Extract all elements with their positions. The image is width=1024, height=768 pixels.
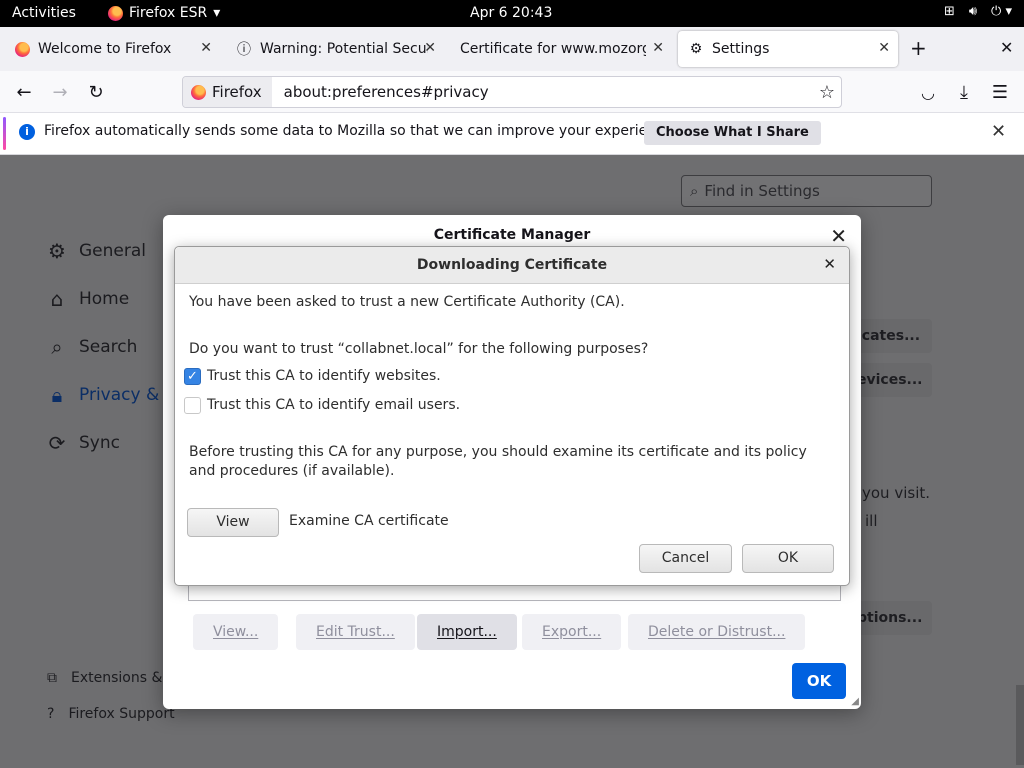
category-privacy[interactable]: 🔒︎ Privacy & S (45, 383, 176, 407)
gear-icon: ⚙ (689, 41, 703, 57)
volume-icon: 🔊︎ (968, 4, 978, 19)
tab-welcome[interactable]: Welcome to Firefox ✕ (4, 31, 220, 67)
dialog-title: Certificate Manager (433, 227, 591, 243)
link-label: Extensions & (71, 670, 163, 686)
page-scrollbar[interactable] (1016, 685, 1024, 765)
identity-label: Firefox (212, 83, 262, 101)
tab-warning[interactable]: ⓘ Warning: Potential Security Risk Ahead… (226, 31, 444, 67)
intro-text: You have been asked to trust a new Certi… (189, 294, 625, 310)
back-arrow-icon[interactable]: ← (11, 79, 37, 105)
tab-certificate[interactable]: Certificate for www.mozorg.example ✕ (450, 31, 672, 67)
view-ca-certificate-button[interactable]: View (187, 508, 279, 537)
caret-down-icon: ▾ (213, 5, 221, 21)
notification-close-icon[interactable]: ✕ (991, 121, 1006, 142)
url-bar[interactable]: Firefox about:preferences#privacy ☆ (182, 76, 842, 108)
clock[interactable]: Apr 6 20:43 (470, 5, 552, 21)
category-label: General (79, 241, 146, 261)
background-text: ill (865, 512, 878, 530)
lock-icon: 🔒︎ (51, 383, 63, 407)
close-icon[interactable]: ✕ (823, 255, 836, 273)
tab-title: Certificate for www.mozorg.example (460, 41, 646, 57)
trust-email-checkbox[interactable] (184, 397, 201, 414)
category-home[interactable]: ⌂ Home (45, 287, 130, 311)
find-in-settings-input[interactable]: ⌕ Find in Settings (681, 175, 932, 207)
tab-title: Settings (712, 41, 770, 57)
tab-title: Warning: Potential Security Risk Ahead (260, 41, 428, 57)
checkbox-label[interactable]: Trust this CA to identify email users. (207, 397, 460, 413)
delete-or-distrust-button[interactable]: Delete or Distrust... (628, 614, 806, 650)
trust-websites-checkbox[interactable]: ✓ (184, 368, 201, 385)
category-label: Home (79, 289, 130, 309)
category-label: Privacy & S (79, 385, 176, 405)
close-icon[interactable]: ✕ (830, 224, 847, 248)
power-icon: ⏻ ▾ (991, 4, 1012, 19)
firefox-icon (108, 5, 123, 21)
firefox-support-link[interactable]: ? Firefox Support (47, 706, 175, 722)
edit-trust-button[interactable]: Edit Trust... (296, 614, 415, 650)
window-close-icon[interactable]: ✕ (1000, 38, 1013, 57)
warning-info-icon: ⓘ (237, 42, 251, 58)
close-tab-icon[interactable]: ✕ (878, 40, 890, 56)
background-text: you visit. (862, 484, 931, 502)
view-certificate-button[interactable]: View... (193, 614, 279, 650)
dialog-header: Downloading Certificate ✕ (175, 247, 849, 284)
choose-what-i-share-button[interactable]: Choose What I Share (644, 121, 821, 145)
ok-button[interactable]: OK (792, 663, 846, 699)
activities-button[interactable]: Activities (12, 5, 76, 21)
pocket-icon[interactable]: ◡ (915, 79, 941, 105)
export-button[interactable]: Export... (522, 614, 622, 650)
ok-button[interactable]: OK (742, 544, 834, 573)
category-general[interactable]: ⚙ General (45, 239, 146, 263)
help-icon: ? (47, 706, 55, 722)
category-label: Search (79, 337, 138, 357)
tab-strip: Welcome to Firefox ✕ ⓘ Warning: Potentia… (0, 27, 1024, 71)
downloading-certificate-dialog: Downloading Certificate ✕ You have been … (174, 246, 850, 586)
category-search[interactable]: ⌕ Search (45, 335, 137, 359)
identity-box[interactable]: Firefox (183, 77, 272, 107)
navigation-toolbar: ← → ↻ Firefox about:preferences#privacy … (0, 71, 1024, 113)
category-label: Sync (79, 433, 120, 453)
forward-arrow-icon[interactable]: → (47, 79, 73, 105)
close-tab-icon[interactable]: ✕ (424, 40, 436, 56)
tab-settings[interactable]: ⚙ Settings ✕ (678, 31, 898, 67)
notification-text: Firefox automatically sends some data to… (44, 123, 677, 139)
import-button[interactable]: Import... (417, 614, 517, 650)
advice-text: Before trusting this CA for any purpose,… (189, 444, 807, 479)
firefox-icon (191, 84, 206, 100)
find-placeholder: Find in Settings (704, 182, 820, 200)
search-icon: ⌕ (690, 182, 699, 200)
dialog-title: Downloading Certificate (416, 257, 608, 273)
info-icon: i (19, 124, 35, 140)
new-tab-icon[interactable]: + (910, 36, 927, 60)
bookmark-star-icon[interactable]: ☆ (819, 82, 835, 103)
tab-title: Welcome to Firefox (38, 41, 172, 57)
examine-label: Examine CA certificate (289, 513, 449, 529)
search-icon: ⌕ (51, 335, 63, 359)
close-tab-icon[interactable]: ✕ (652, 40, 664, 56)
reload-icon[interactable]: ↻ (83, 79, 109, 105)
gnome-top-bar: Activities Firefox ESR ▾ Apr 6 20:43 ⊞ 🔊… (0, 0, 1024, 27)
resize-grip-icon[interactable]: ◢ (851, 696, 859, 707)
extensions-themes-link[interactable]: ⧉ Extensions & (47, 670, 162, 686)
gear-icon: ⚙ (48, 239, 66, 263)
link-label: Firefox Support (68, 706, 175, 722)
network-icon: ⊞ (943, 4, 955, 19)
app-menu[interactable]: Firefox ESR ▾ (108, 5, 220, 21)
app-menu-label: Firefox ESR (129, 5, 208, 21)
checkbox-label[interactable]: Trust this CA to identify websites. (207, 368, 441, 384)
close-tab-icon[interactable]: ✕ (200, 40, 212, 56)
category-sync[interactable]: ⟳ Sync (45, 431, 120, 455)
firefox-icon (14, 41, 30, 57)
menu-icon[interactable]: ☰ (987, 79, 1013, 105)
home-icon: ⌂ (50, 287, 64, 311)
sync-icon: ⟳ (48, 431, 66, 455)
cancel-button[interactable]: Cancel (639, 544, 732, 573)
puzzle-icon: ⧉ (47, 670, 57, 686)
downloads-icon[interactable]: ⤓ (951, 79, 977, 105)
system-tray[interactable]: ⊞ 🔊︎ ⏻ ▾ (944, 4, 1012, 19)
url-text[interactable]: about:preferences#privacy (272, 83, 489, 101)
question-text: Do you want to trust “collabnet.local” f… (189, 341, 649, 357)
